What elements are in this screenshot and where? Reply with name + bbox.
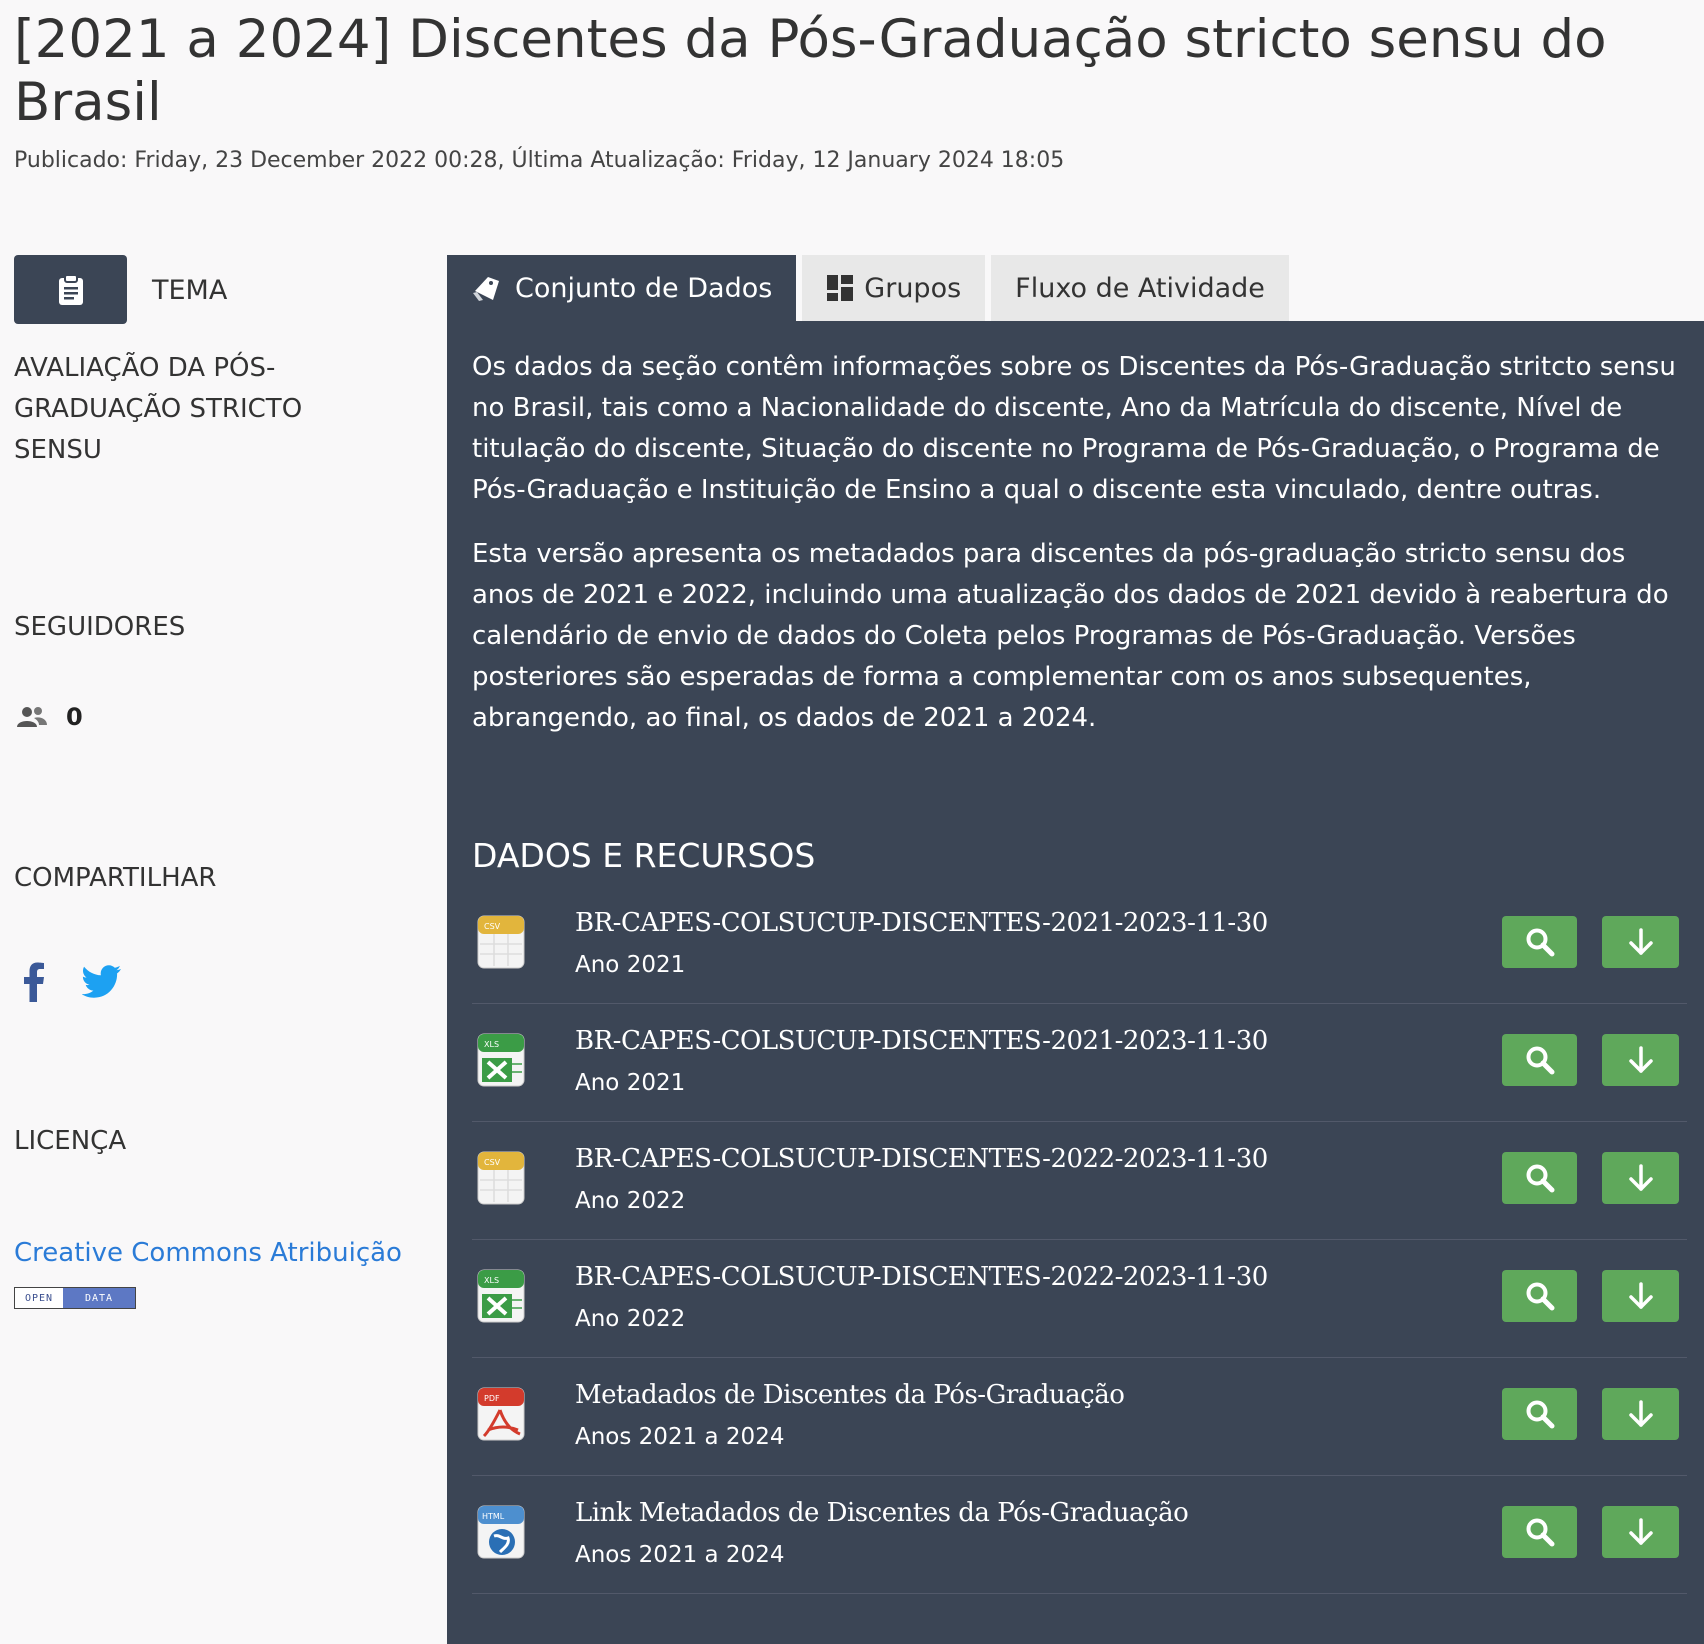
clipboard-icon	[58, 273, 83, 305]
download-arrow-icon	[1628, 1046, 1653, 1073]
resource-item: XLS BR-CAPES-COLSUCUP-DISCENTES-2021-2023…	[472, 1004, 1687, 1122]
search-icon	[1526, 1282, 1554, 1311]
view-button[interactable]	[1502, 1034, 1577, 1086]
xls-file-icon: XLS	[476, 1268, 526, 1328]
tab-bar: Conjunto de Dados Grupos Fluxo de Ativid…	[447, 255, 1295, 321]
svg-text:CSV: CSV	[484, 922, 501, 931]
xls-file-icon: XLS	[476, 1032, 526, 1092]
resource-item: XLS BR-CAPES-COLSUCUP-DISCENTES-2022-2023…	[472, 1240, 1687, 1358]
followers: 0	[16, 703, 83, 731]
tab-label: Grupos	[864, 272, 962, 304]
view-button[interactable]	[1502, 1506, 1577, 1558]
csv-file-icon: CSV	[476, 1150, 526, 1210]
followers-heading: SEGUIDORES	[14, 612, 186, 642]
tema-button[interactable]	[14, 255, 127, 324]
tab-label: Conjunto de Dados	[515, 272, 773, 304]
svg-text:HTML: HTML	[482, 1512, 505, 1521]
search-icon	[1526, 1400, 1554, 1429]
tab-fluxo-de-atividade[interactable]: Fluxo de Atividade	[991, 255, 1289, 321]
open-data-badge: OPEN DATA	[14, 1287, 136, 1309]
html-file-icon: HTML	[476, 1504, 526, 1564]
resource-item: PDF Metadados de Discentes da Pós-Graduaç…	[472, 1358, 1687, 1476]
pdf-file-icon: PDF	[476, 1386, 526, 1446]
open-data-badge-data: DATA	[63, 1288, 135, 1308]
resource-item: HTML Link Metadados de Discentes da Pós-G…	[472, 1476, 1687, 1594]
view-button[interactable]	[1502, 1388, 1577, 1440]
resource-description: Ano 2022	[575, 1188, 686, 1214]
facebook-icon[interactable]	[22, 962, 46, 1002]
resource-name[interactable]: Metadados de Discentes da Pós-Graduação	[575, 1380, 1125, 1410]
download-arrow-icon	[1628, 928, 1653, 955]
download-arrow-icon	[1628, 1518, 1653, 1545]
search-icon	[1526, 928, 1554, 957]
resource-description: Ano 2021	[575, 1070, 686, 1096]
svg-text:XLS: XLS	[484, 1040, 499, 1049]
download-button[interactable]	[1602, 916, 1679, 968]
resource-list: CSV BR-CAPES-COLSUCUP-DISCENTES-2021-2023…	[472, 886, 1687, 1594]
resource-name[interactable]: BR-CAPES-COLSUCUP-DISCENTES-2022-2023-11…	[575, 1262, 1268, 1292]
resource-name[interactable]: BR-CAPES-COLSUCUP-DISCENTES-2022-2023-11…	[575, 1144, 1268, 1174]
svg-text:PDF: PDF	[484, 1394, 500, 1403]
tab-label: Fluxo de Atividade	[1015, 272, 1265, 304]
resource-name[interactable]: BR-CAPES-COLSUCUP-DISCENTES-2021-2023-11…	[575, 908, 1268, 938]
description-paragraph-1: Os dados da seção contêm informações sob…	[472, 352, 1676, 505]
search-icon	[1526, 1046, 1554, 1075]
share-heading: COMPARTILHAR	[14, 863, 217, 893]
download-button[interactable]	[1602, 1388, 1679, 1440]
page-title: [2021 a 2024] Discentes da Pós-Graduação…	[14, 9, 1607, 133]
twitter-icon[interactable]	[82, 965, 122, 999]
license-link[interactable]: Creative Commons Atribuição	[14, 1238, 402, 1268]
download-button[interactable]	[1602, 1034, 1679, 1086]
publish-meta: Publicado: Friday, 23 December 2022 00:2…	[14, 148, 1065, 173]
download-button[interactable]	[1602, 1506, 1679, 1558]
resource-name[interactable]: BR-CAPES-COLSUCUP-DISCENTES-2021-2023-11…	[575, 1026, 1268, 1056]
resource-name[interactable]: Link Metadados de Discentes da Pós-Gradu…	[575, 1498, 1189, 1528]
open-data-badge-open: OPEN	[15, 1288, 63, 1308]
view-button[interactable]	[1502, 1152, 1577, 1204]
license-heading: LICENÇA	[14, 1126, 127, 1156]
description-paragraph-2: Esta versão apresenta os metadados para …	[472, 539, 1669, 733]
resource-item: CSV BR-CAPES-COLSUCUP-DISCENTES-2022-2023…	[472, 1122, 1687, 1240]
dataset-panel: Os dados da seção contêm informações sob…	[447, 321, 1704, 1644]
tema-label: TEMA	[152, 275, 228, 306]
download-arrow-icon	[1628, 1164, 1653, 1191]
resources-heading: DADOS E RECURSOS	[472, 836, 816, 875]
download-arrow-icon	[1628, 1282, 1653, 1309]
download-button[interactable]	[1602, 1152, 1679, 1204]
share-links	[22, 962, 122, 1002]
search-icon	[1526, 1164, 1554, 1193]
search-icon	[1526, 1518, 1554, 1547]
resource-description: Ano 2021	[575, 952, 686, 978]
svg-text:CSV: CSV	[484, 1158, 501, 1167]
download-button[interactable]	[1602, 1270, 1679, 1322]
users-icon	[17, 707, 47, 727]
tab-conjunto-de-dados[interactable]: Conjunto de Dados	[447, 255, 797, 321]
resource-description: Anos 2021 a 2024	[575, 1542, 785, 1568]
theme-name[interactable]: AVALIAÇÃO DA PÓS-GRADUAÇÃO STRICTO SENSU	[14, 348, 344, 471]
grid-icon	[827, 275, 854, 301]
csv-file-icon: CSV	[476, 914, 526, 974]
resource-item: CSV BR-CAPES-COLSUCUP-DISCENTES-2021-2023…	[472, 886, 1687, 1004]
view-button[interactable]	[1502, 1270, 1577, 1322]
tab-grupos[interactable]: Grupos	[802, 255, 986, 321]
svg-text:XLS: XLS	[484, 1276, 499, 1285]
resource-description: Ano 2022	[575, 1306, 686, 1332]
download-arrow-icon	[1628, 1400, 1653, 1427]
tag-icon	[473, 277, 499, 301]
followers-count: 0	[66, 703, 83, 731]
resource-description: Anos 2021 a 2024	[575, 1424, 785, 1450]
view-button[interactable]	[1502, 916, 1577, 968]
